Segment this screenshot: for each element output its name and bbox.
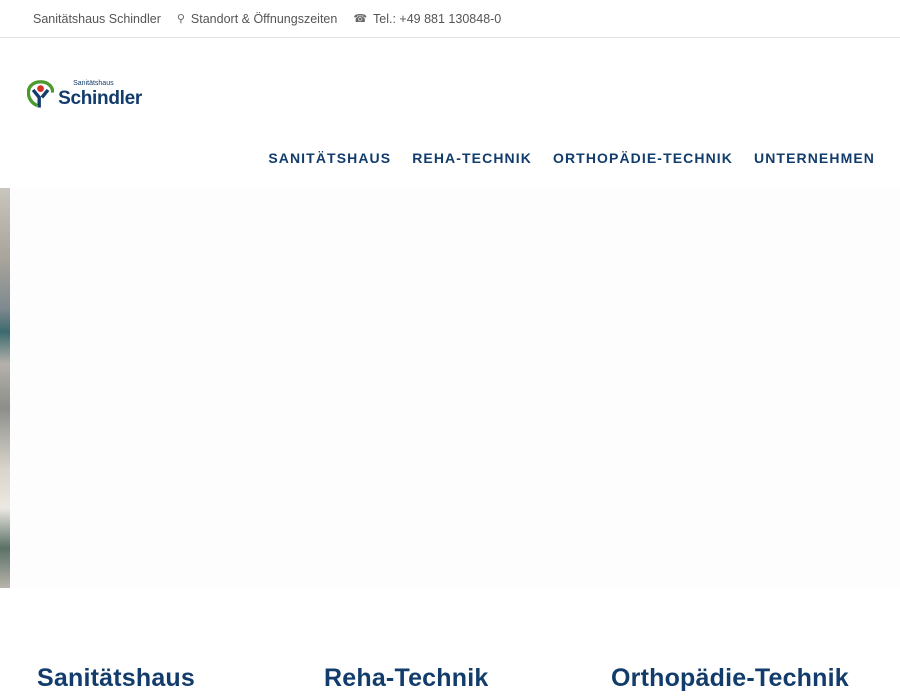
company-name: Sanitätshaus Schindler bbox=[33, 12, 161, 26]
main-navigation: SANITÄTSHAUS REHA-TECHNIK ORTHOPÄDIE-TEC… bbox=[247, 150, 875, 166]
logo-mark-icon bbox=[27, 80, 55, 108]
category-heading-reha-technik[interactable]: Reha-Technik bbox=[324, 664, 488, 693]
map-pin-icon: ⚲ bbox=[176, 13, 185, 25]
logo-big-text: Schindler bbox=[58, 88, 142, 109]
company-label: Sanitätshaus Schindler bbox=[33, 11, 161, 26]
nav-item-unternehmen[interactable]: UNTERNEHMEN bbox=[754, 150, 875, 166]
phone-label[interactable]: Tel.: +49 881 130848-0 bbox=[373, 12, 501, 26]
location-label[interactable]: Standort & Öffnungszeiten bbox=[191, 12, 337, 26]
nav-item-orthopaedie-technik[interactable]: ORTHOPÄDIE-TECHNIK bbox=[553, 150, 733, 166]
nav-item-reha-technik[interactable]: REHA-TECHNIK bbox=[412, 150, 532, 166]
top-bar: Sanitätshaus Schindler ⚲ Standort & Öffn… bbox=[0, 0, 900, 38]
site-logo[interactable]: Sanitätshaus Schindler bbox=[27, 72, 142, 116]
hero-image-edge bbox=[0, 188, 10, 588]
nav-item-sanitaetshaus[interactable]: SANITÄTSHAUS bbox=[268, 150, 391, 166]
logo-small-text: Sanitätshaus bbox=[73, 80, 114, 87]
phone-link[interactable]: ☎ Tel.: +49 881 130848-0 bbox=[353, 12, 501, 26]
phone-icon: ☎ bbox=[353, 13, 368, 25]
location-link[interactable]: ⚲ Standort & Öffnungszeiten bbox=[177, 12, 337, 26]
category-heading-sanitaetshaus[interactable]: Sanitätshaus bbox=[37, 664, 195, 693]
category-heading-orthopaedie-technik[interactable]: Orthopädie-Technik bbox=[611, 664, 849, 693]
hero-image bbox=[0, 188, 900, 588]
